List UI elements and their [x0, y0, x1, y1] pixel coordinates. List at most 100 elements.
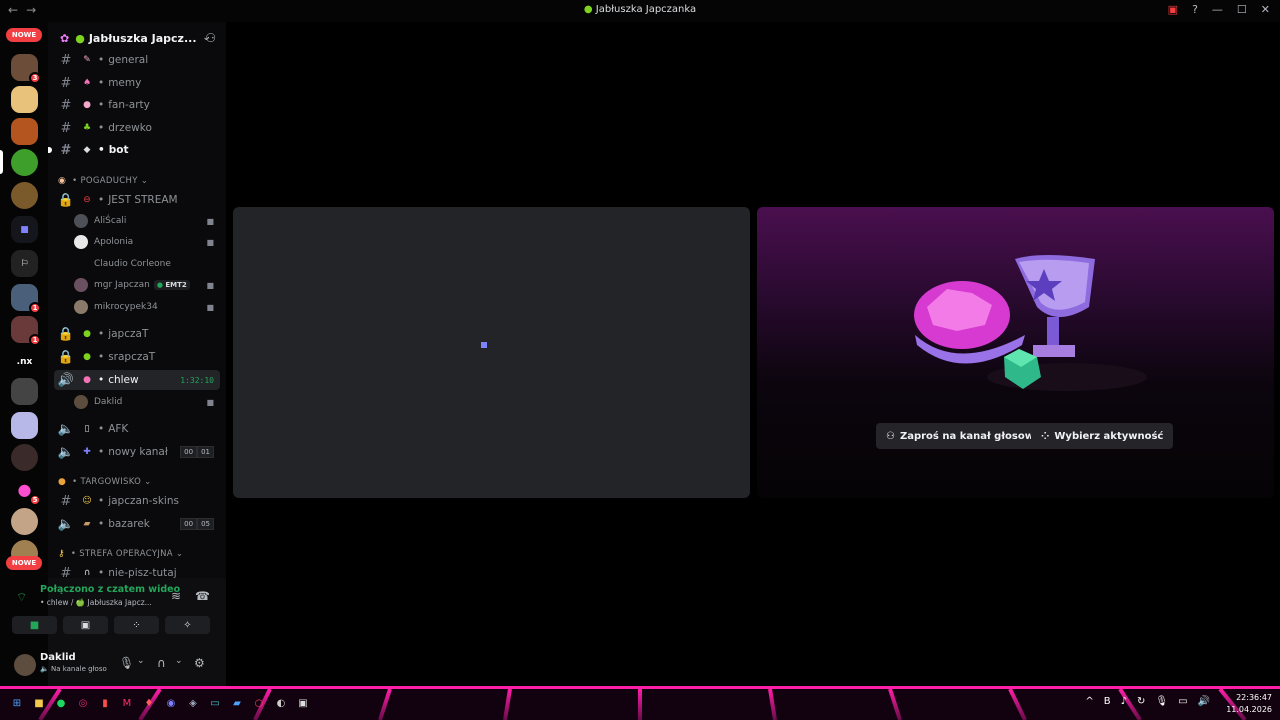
system-clock[interactable]: 22:36:47 11.04.2026	[1226, 692, 1272, 716]
screen-share-button[interactable]: ▣	[63, 616, 108, 634]
app-icon[interactable]: ▭	[208, 696, 222, 710]
app-icon[interactable]: ▰	[230, 696, 244, 710]
server-icon[interactable]: 1	[11, 316, 41, 346]
category-emoji-icon: ●	[58, 477, 67, 487]
video-tile[interactable]	[233, 207, 750, 498]
server-icon[interactable]	[11, 118, 38, 145]
close-button[interactable]: ✕	[1261, 3, 1270, 16]
loading-indicator	[481, 342, 487, 348]
briefcase-icon: ▰	[83, 519, 91, 529]
speaker-icon: 🔈	[57, 516, 75, 532]
activities-button[interactable]: ⁘	[114, 616, 159, 634]
server-icon[interactable]	[11, 182, 38, 209]
channel-general[interactable]: # ✎ • general	[54, 50, 220, 70]
server-icon[interactable]	[11, 412, 38, 439]
voice-channel-chlew[interactable]: 🔊 ● • chlew 1:32:10	[54, 370, 220, 390]
voice-status[interactable]: Połączono z czatem wideo	[40, 584, 180, 595]
inbox-icon[interactable]: ▣	[1168, 3, 1178, 16]
channel-label: AFK	[108, 423, 129, 435]
category-targowisko[interactable]: ● • TARGOWISKO ⌄	[58, 475, 152, 489]
category-emoji-icon: ◉	[58, 176, 67, 186]
voice-channel-jest-stream[interactable]: 🔒 ⊖ • JEST STREAM	[54, 190, 220, 210]
voice-channel-japczat[interactable]: 🔒 ● • japczaT	[54, 324, 220, 344]
volume-icon[interactable]: 🔊	[1198, 696, 1210, 707]
app-icon[interactable]: ◐	[274, 696, 288, 710]
voice-channel-srapczat[interactable]: 🔒 ● • srapczaT	[54, 347, 220, 367]
server-icon[interactable]: ● 5	[11, 476, 41, 506]
help-icon[interactable]: ?	[1192, 3, 1198, 16]
server-icon[interactable]	[11, 444, 38, 471]
app-icon[interactable]: M	[120, 696, 134, 710]
user-name[interactable]: Daklid	[40, 652, 76, 663]
voice-location[interactable]: • chlew / 🍏 Jabłuszka Japcz...	[40, 598, 152, 607]
channel-emoji-icon: ✎	[83, 55, 91, 65]
opera-icon[interactable]: ○	[252, 696, 266, 710]
noise-suppression-icon[interactable]: ≋	[171, 589, 181, 603]
add-user-icon[interactable]: ⚇	[205, 31, 216, 45]
channel-bot[interactable]: # ◆ • bot	[48, 140, 220, 160]
invite-to-voice-button[interactable]: ⚇ Zaproś na kanał głosowy	[876, 423, 1051, 449]
new-badge[interactable]: NOWE	[6, 556, 42, 570]
lock-icon: 🔒	[57, 349, 75, 365]
signal-icon[interactable]: ⌔	[16, 590, 27, 605]
sync-icon[interactable]: ↻	[1137, 696, 1145, 707]
server-icon[interactable]: 1	[11, 284, 41, 314]
disconnect-icon[interactable]: ☎	[195, 589, 210, 603]
discord-icon[interactable]: ◉	[164, 696, 178, 710]
channel-japczan-skins[interactable]: # ☺ • japczan-skins	[54, 491, 220, 511]
microphone-icon[interactable]: 🎙	[1155, 696, 1168, 707]
microphone-icon[interactable]: 🎙	[119, 656, 134, 670]
voice-channel-nowy-kanal[interactable]: 🔈 ✚ • nowy kanał 00 01	[54, 442, 220, 462]
user-avatar[interactable]	[14, 654, 36, 676]
display-icon[interactable]: ▭	[1178, 696, 1187, 707]
category-strefa-operacyjna[interactable]: ⚷ • STREFA OPERACYJNA ⌄	[58, 547, 183, 561]
chevron-down-icon[interactable]: ⌄	[175, 656, 183, 666]
app-icon[interactable]: ♦	[142, 696, 156, 710]
server-icon[interactable]	[11, 508, 38, 535]
voice-user[interactable]: mgr Japczan ● EMT2 ■	[74, 276, 220, 294]
steam-icon[interactable]: ◈	[186, 696, 200, 710]
server-gear-icon: ✿	[60, 31, 70, 45]
channel-drzewko[interactable]: # ♣ • drzewko	[54, 118, 220, 138]
voice-user[interactable]: Daklid ■	[74, 393, 220, 411]
server-icon[interactable]	[11, 86, 38, 113]
nx-server-icon[interactable]: .nx	[11, 348, 38, 375]
category-pogaduchy[interactable]: ◉ • POGADUCHY ⌄	[58, 174, 148, 188]
maximize-button[interactable]: ☐	[1237, 3, 1247, 16]
category-label: POGADUCHY	[80, 176, 138, 186]
choose-activity-button[interactable]: ⁘ Wybierz aktywność	[1031, 423, 1174, 449]
instagram-icon[interactable]: ◎	[76, 696, 90, 710]
folder-icon[interactable]: ■	[11, 216, 38, 243]
voice-user[interactable]: mikrocypek34 ■	[74, 298, 220, 316]
channel-memy[interactable]: # ♠ • memy	[54, 73, 220, 93]
headphones-icon[interactable]: ∩	[157, 656, 166, 670]
camera-button[interactable]: ■	[12, 616, 57, 634]
server-icon-selected[interactable]	[11, 149, 38, 176]
new-badge[interactable]: NOWE	[6, 28, 42, 42]
folder-icon[interactable]: ■	[32, 696, 46, 710]
server-icon[interactable]: ⚐	[11, 250, 38, 277]
voice-user[interactable]: AliŚcali ■	[74, 212, 220, 230]
app-icon[interactable]: ▣	[296, 696, 310, 710]
server-icon[interactable]: 3	[11, 54, 41, 84]
channel-label: general	[108, 54, 149, 66]
voice-channel-bazarek[interactable]: 🔈 ▰ • bazarek 00 05	[54, 514, 220, 534]
channel-label: fan-arty	[108, 99, 150, 111]
audio-icon[interactable]: ♪	[1121, 696, 1127, 707]
windows-start-icon[interactable]: ⊞	[10, 696, 24, 710]
minimize-button[interactable]: —	[1212, 3, 1223, 16]
taskbar: ⊞ ■ ● ◎ ▮ M ♦ ◉ ◈ ▭ ▰ ○ ◐ ▣ ^ B ♪ ↻ 🎙 ▭ …	[0, 686, 1280, 720]
chevron-up-icon[interactable]: ^	[1085, 696, 1093, 707]
spotify-icon[interactable]: ●	[54, 696, 68, 710]
voice-user[interactable]: Claudio Corleone	[74, 255, 220, 273]
channel-fan-arty[interactable]: # ● • fan-arty	[54, 95, 220, 115]
channel-label: srapczaT	[108, 351, 156, 363]
server-icon[interactable]	[11, 378, 38, 405]
app-icon[interactable]: ▮	[98, 696, 112, 710]
tray-app-icon[interactable]: B	[1104, 696, 1111, 707]
soundboard-button[interactable]: ✧	[165, 616, 210, 634]
chevron-down-icon[interactable]: ⌄	[137, 656, 145, 666]
voice-channel-afk[interactable]: 🔈 ▯ • AFK	[54, 419, 220, 439]
voice-user[interactable]: Apolonia ■	[74, 233, 220, 251]
settings-gear-icon[interactable]: ⚙	[194, 656, 205, 670]
